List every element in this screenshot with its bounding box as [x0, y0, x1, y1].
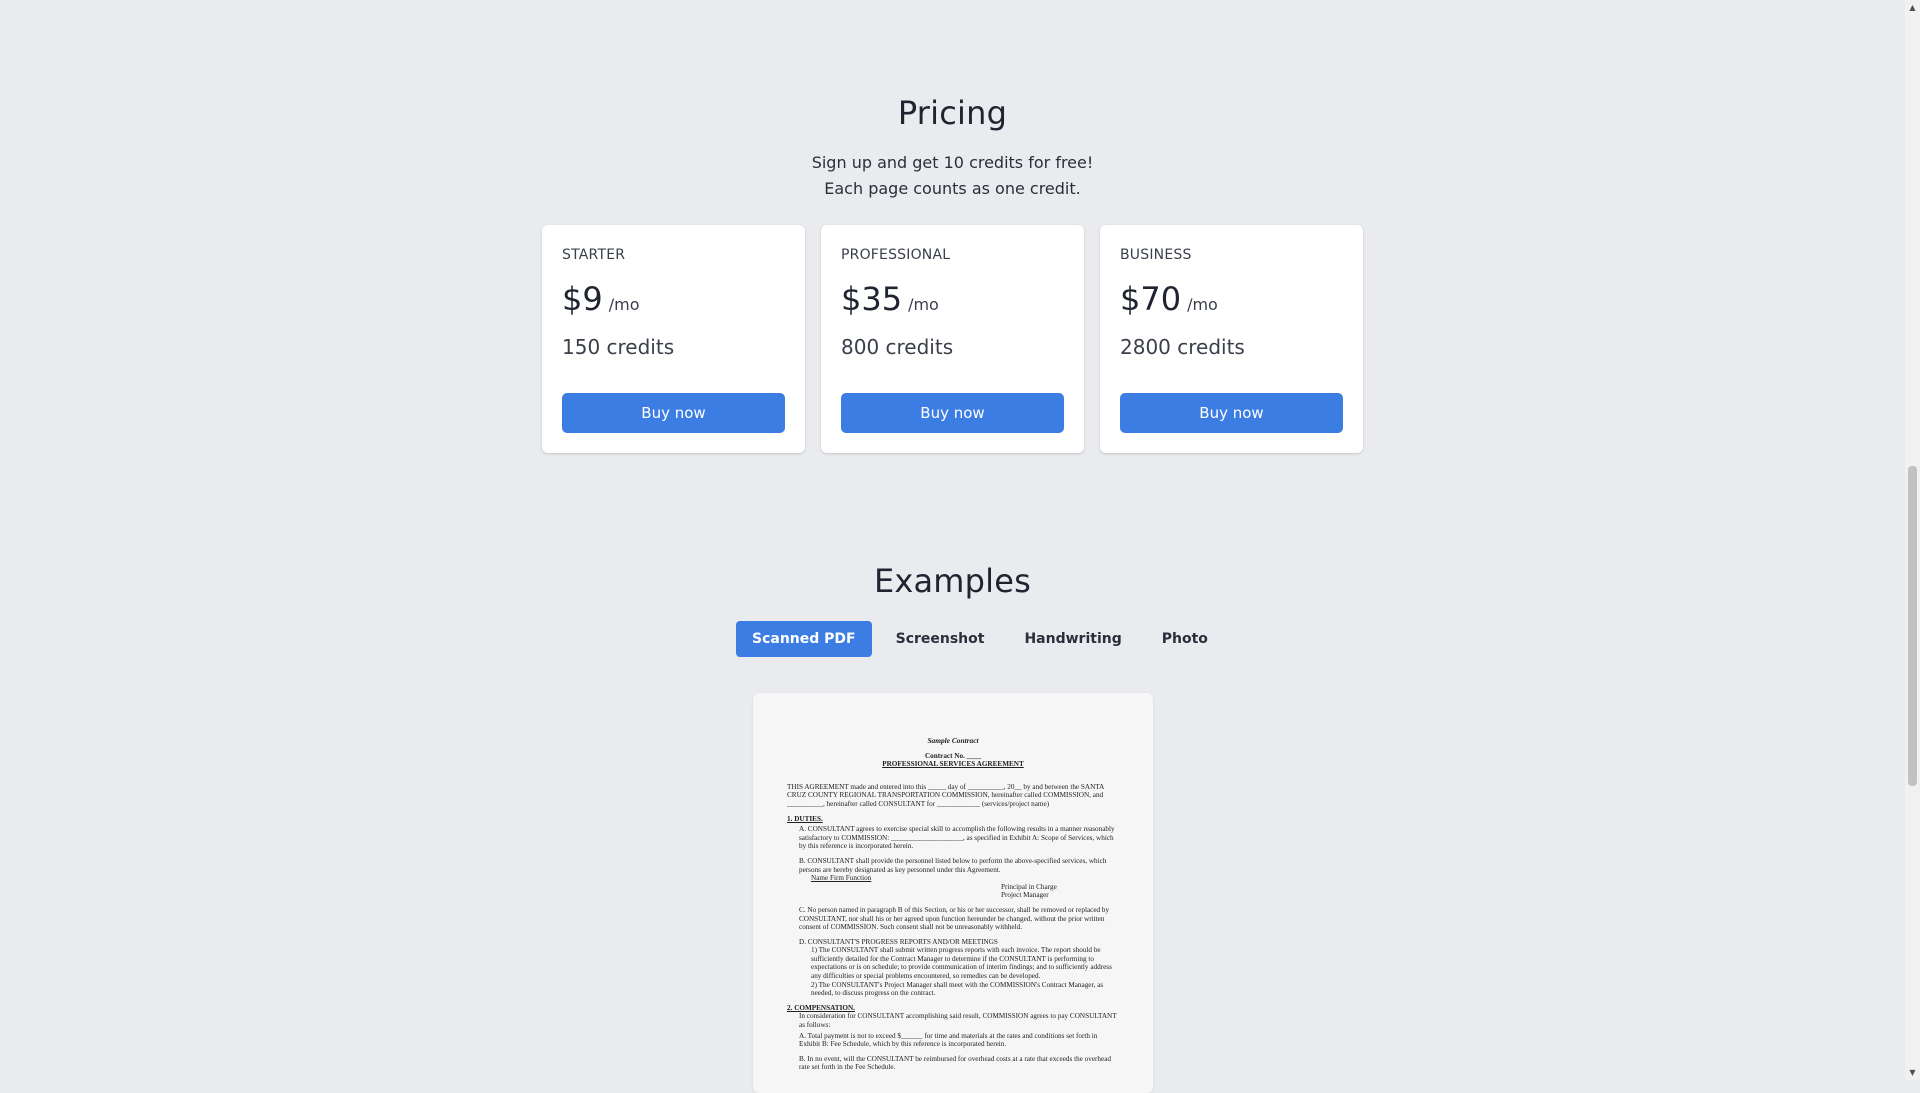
plan-credits: 2800 credits: [1120, 335, 1245, 359]
examples-title: Examples: [873, 562, 1032, 600]
plan-credits: 800 credits: [841, 335, 954, 359]
plan-price: $35/mo: [841, 280, 939, 318]
buy-now-button-professional[interactable]: Buy now: [841, 393, 1064, 433]
scroll-up-icon[interactable]: ▲: [1905, 0, 1920, 15]
plan-name: STARTER: [562, 247, 626, 263]
buy-now-button-starter[interactable]: Buy now: [562, 393, 785, 433]
doc-section-1a: A. CONSULTANT agrees to exercise special…: [799, 825, 1115, 851]
plan-name: BUSINESS: [1120, 247, 1192, 263]
price-amount: $9: [562, 280, 603, 318]
plan-card-starter: STARTER $9/mo 150 credits Buy now: [542, 225, 805, 453]
scroll-down-icon[interactable]: ▼: [1905, 1065, 1920, 1080]
pricing-cards: STARTER $9/mo 150 credits Buy now PROFES…: [542, 225, 1363, 453]
doc-role-1: Principal in Charge: [1001, 882, 1057, 891]
doc-section-1b-columns: Name Firm Function: [811, 874, 872, 883]
plan-card-business: BUSINESS $70/mo 2800 credits Buy now: [1100, 225, 1363, 453]
doc-role-2: Project Manager: [1001, 891, 1049, 900]
plan-credits: 150 credits: [562, 335, 675, 359]
tab-handwriting[interactable]: Handwriting: [1008, 621, 1137, 657]
example-document-preview: Sample Contract Contract No. ____ PROFES…: [753, 693, 1153, 1093]
plan-price: $9/mo: [562, 280, 639, 318]
pricing-subtitle-line2: Each page counts as one credit.: [824, 179, 1081, 198]
plan-price: $70/mo: [1120, 280, 1218, 318]
doc-section-2b: B. In no event, will the CONSULTANT be r…: [799, 1054, 1111, 1072]
price-period: /mo: [1187, 295, 1218, 314]
doc-section-2-title: 2. COMPENSATION.: [787, 1003, 855, 1012]
tab-photo[interactable]: Photo: [1146, 621, 1224, 657]
plan-card-professional: PROFESSIONAL $35/mo 800 credits Buy now: [821, 225, 1084, 453]
tab-screenshot[interactable]: Screenshot: [880, 621, 1001, 657]
doc-section-1d1: 1) The CONSULTANT shall submit written p…: [811, 946, 1112, 981]
doc-contract-no: Contract No. ____: [924, 751, 982, 760]
doc-intro: THIS AGREEMENT made and entered into thi…: [787, 782, 1104, 808]
price-period: /mo: [608, 295, 640, 314]
page: Pricing Sign up and get 10 credits for f…: [0, 0, 1905, 1093]
doc-section-2-intro: In consideration for CONSULTANT accompli…: [799, 1012, 1117, 1030]
scrollbar-thumb[interactable]: [1908, 466, 1917, 786]
tab-scanned-pdf[interactable]: Scanned PDF: [736, 621, 872, 657]
examples-tabs: Scanned PDF Screenshot Handwriting Photo: [736, 621, 1224, 657]
buy-now-button-business[interactable]: Buy now: [1120, 393, 1343, 433]
pricing-title: Pricing: [897, 94, 1008, 132]
doc-agreement-title: PROFESSIONAL SERVICES AGREEMENT: [882, 760, 1024, 769]
doc-heading: Sample Contract: [927, 736, 979, 745]
price-amount: $35: [841, 280, 903, 318]
doc-section-1c: C. No person named in paragraph B of thi…: [799, 905, 1110, 932]
plan-name: PROFESSIONAL: [841, 247, 951, 263]
doc-section-1-title: 1. DUTIES.: [787, 814, 823, 823]
doc-section-1b: B. CONSULTANT shall provide the personne…: [799, 856, 1107, 874]
doc-section-1d: D. CONSULTANT'S PROGRESS REPORTS AND/OR …: [799, 937, 998, 946]
scanned-contract: Sample Contract Contract No. ____ PROFES…: [787, 736, 1119, 1078]
doc-section-1d2: 2) The CONSULTANT's Project Manager shal…: [811, 980, 1104, 998]
price-amount: $70: [1120, 280, 1182, 318]
vertical-scrollbar[interactable]: ▲ ▼: [1905, 0, 1920, 1080]
doc-section-2a: A. Total payment is not to exceed $_____…: [799, 1031, 1098, 1049]
pricing-subtitle-line1: Sign up and get 10 credits for free!: [811, 153, 1094, 172]
price-period: /mo: [908, 295, 939, 314]
